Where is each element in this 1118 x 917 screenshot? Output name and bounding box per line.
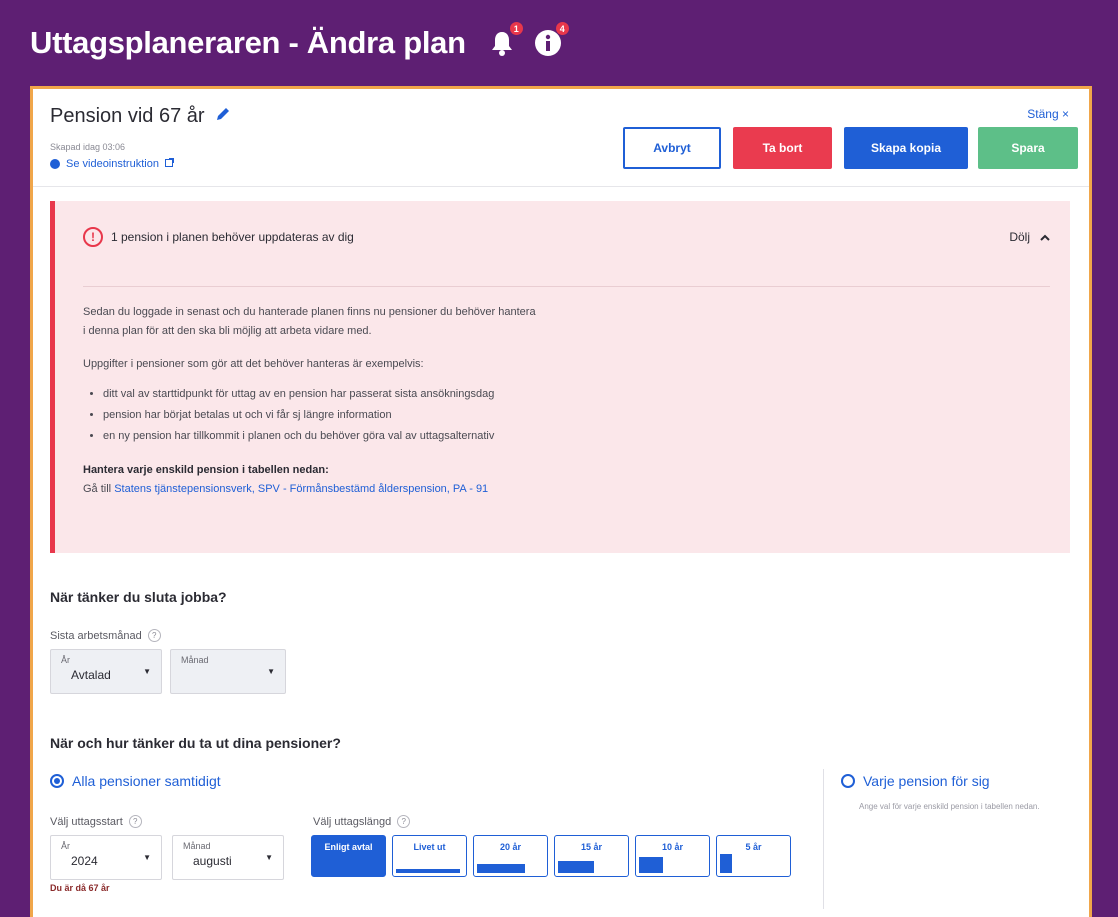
alert-body: Sedan du loggade in senast och du hanter… bbox=[83, 303, 783, 499]
caret-down-icon: ▼ bbox=[143, 853, 151, 862]
length-option-tile[interactable]: Livet ut bbox=[392, 835, 467, 877]
last-month-label: Sista arbetsmånad bbox=[50, 629, 142, 642]
length-option-label: 20 år bbox=[499, 842, 522, 852]
alert-heading: 1 pension i planen behöver uppdateras av… bbox=[111, 230, 354, 244]
start-label: Välj uttagsstart bbox=[50, 815, 123, 828]
length-option-label: 5 år bbox=[745, 842, 762, 852]
stop-year-caption: År bbox=[61, 655, 70, 665]
length-option-bar bbox=[477, 864, 525, 873]
stop-work-title: När tänker du sluta jobba? bbox=[50, 589, 227, 605]
length-option-tile[interactable]: 15 år bbox=[554, 835, 629, 877]
video-instruction-link[interactable]: Se videoinstruktion bbox=[50, 158, 174, 170]
start-month-caption: Månad bbox=[183, 841, 211, 851]
caret-down-icon: ▼ bbox=[143, 667, 151, 676]
length-option-tile[interactable]: 20 år bbox=[473, 835, 548, 877]
age-note: Du är då 67 år bbox=[50, 883, 110, 893]
start-month-value: augusti bbox=[193, 854, 232, 868]
plan-header: Pension vid 67 år Skapad idag 03:06 Se v… bbox=[33, 89, 1089, 187]
alert-bullet-list: ditt val av starttidpunkt för uttag av e… bbox=[103, 384, 783, 447]
alert-hide-label: Dölj bbox=[1009, 230, 1030, 244]
info-icon[interactable]: 4 bbox=[532, 21, 570, 59]
alert-bullet: pension har börjat betalas ut och vi får… bbox=[103, 405, 783, 426]
copy-button[interactable]: Skapa kopia bbox=[844, 127, 968, 169]
length-option-bar bbox=[396, 869, 460, 873]
alert-heading-row: ! 1 pension i planen behöver uppdateras … bbox=[83, 227, 354, 247]
withdraw-title: När och hur tänker du ta ut dina pension… bbox=[50, 735, 341, 751]
caret-down-icon: ▼ bbox=[265, 853, 273, 862]
alert-bullet: ditt val av starttidpunkt för uttag av e… bbox=[103, 384, 783, 405]
option-all-pensions[interactable]: Alla pensioner samtidigt bbox=[50, 773, 221, 789]
start-year-select[interactable]: År 2024 ▼ bbox=[50, 835, 162, 880]
length-option-label: Livet ut bbox=[413, 842, 446, 852]
app-header: Uttagsplaneraren - Ändra plan 1 4 bbox=[0, 0, 1118, 86]
stop-month-caption: Månad bbox=[181, 655, 209, 665]
length-option-bar bbox=[639, 857, 663, 873]
alert-paragraph-1-line-1: Sedan du loggade in senast och du hanter… bbox=[83, 306, 536, 318]
length-option-bar bbox=[558, 861, 594, 873]
start-month-select[interactable]: Månad augusti ▼ bbox=[172, 835, 284, 880]
length-option-label: Enligt avtal bbox=[324, 842, 373, 852]
save-button[interactable]: Spara bbox=[978, 127, 1078, 169]
app-title: Uttagsplaneraren - Ändra plan bbox=[30, 25, 466, 60]
external-link-icon bbox=[164, 158, 174, 170]
option-each-pension[interactable]: Varje pension för sig bbox=[841, 773, 990, 789]
help-icon[interactable]: ? bbox=[128, 815, 142, 828]
info-badge: 4 bbox=[554, 21, 570, 36]
start-year-value: 2024 bbox=[71, 854, 98, 868]
option-each-description: Ange val för varje enskild pension i tab… bbox=[859, 802, 1040, 811]
pencil-icon[interactable] bbox=[215, 105, 231, 128]
length-option-label: 10 år bbox=[661, 842, 684, 852]
start-year-caption: År bbox=[61, 841, 70, 851]
alert-manage-heading: Hantera varje enskild pension i tabellen… bbox=[83, 464, 329, 476]
alert-divider bbox=[83, 286, 1050, 287]
alert-bullet: en ny pension har tillkommit i planen oc… bbox=[103, 426, 783, 447]
start-label-row: Välj uttagsstart ? bbox=[50, 815, 142, 828]
radio-selected-icon bbox=[50, 774, 64, 788]
radio-unselected-icon bbox=[841, 774, 855, 788]
option-each-label: Varje pension för sig bbox=[863, 773, 990, 789]
option-divider bbox=[823, 769, 824, 909]
length-option-bar bbox=[720, 854, 732, 873]
stop-month-select[interactable]: Månad ▼ bbox=[170, 649, 286, 694]
caret-down-icon: ▼ bbox=[267, 667, 275, 676]
chevron-up-icon bbox=[1040, 230, 1050, 244]
play-icon bbox=[50, 159, 60, 169]
option-all-label: Alla pensioner samtidigt bbox=[72, 773, 221, 789]
length-option-tile[interactable]: 10 år bbox=[635, 835, 710, 877]
close-button[interactable]: Stäng × bbox=[1027, 107, 1069, 121]
help-icon[interactable]: ? bbox=[397, 815, 411, 828]
length-label: Välj uttagslängd bbox=[313, 815, 392, 828]
update-alert: ! 1 pension i planen behöver uppdateras … bbox=[50, 201, 1070, 553]
alert-paragraph-1: Sedan du loggade in senast och du hanter… bbox=[83, 303, 783, 341]
alert-goto-row: Gå till Statens tjänstepensionsverk, SPV… bbox=[83, 480, 783, 499]
delete-button[interactable]: Ta bort bbox=[733, 127, 832, 169]
alert-goto-prefix: Gå till bbox=[83, 483, 112, 495]
pension-link[interactable]: Statens tjänstepensionsverk, SPV - Förmå… bbox=[114, 483, 488, 495]
alert-hide-toggle[interactable]: Dölj bbox=[1009, 230, 1050, 244]
created-date: Skapad idag 03:06 bbox=[50, 142, 126, 152]
notification-badge: 1 bbox=[508, 21, 524, 36]
video-link-label: Se videoinstruktion bbox=[66, 158, 159, 170]
cancel-button[interactable]: Avbryt bbox=[623, 127, 721, 169]
help-icon[interactable]: ? bbox=[147, 629, 161, 642]
warning-icon: ! bbox=[83, 227, 103, 247]
length-option-tile[interactable]: Enligt avtal bbox=[311, 835, 386, 877]
alert-paragraph-2: Uppgifter i pensioner som gör att det be… bbox=[83, 358, 424, 370]
length-label-row: Välj uttagslängd ? bbox=[313, 815, 411, 828]
edit-plan-panel: Pension vid 67 år Skapad idag 03:06 Se v… bbox=[30, 86, 1092, 917]
stop-year-value: Avtalad bbox=[71, 668, 111, 682]
length-option-tile[interactable]: 5 år bbox=[716, 835, 791, 877]
length-option-label: 15 år bbox=[580, 842, 603, 852]
last-month-label-row: Sista arbetsmånad ? bbox=[50, 629, 161, 642]
plan-title: Pension vid 67 år bbox=[50, 105, 205, 127]
stop-year-select[interactable]: År Avtalad ▼ bbox=[50, 649, 162, 694]
plan-title-row: Pension vid 67 år bbox=[50, 105, 231, 128]
bell-icon[interactable]: 1 bbox=[486, 21, 524, 59]
alert-paragraph-1-line-2: i denna plan för att den ska bli möjlig … bbox=[83, 325, 372, 337]
